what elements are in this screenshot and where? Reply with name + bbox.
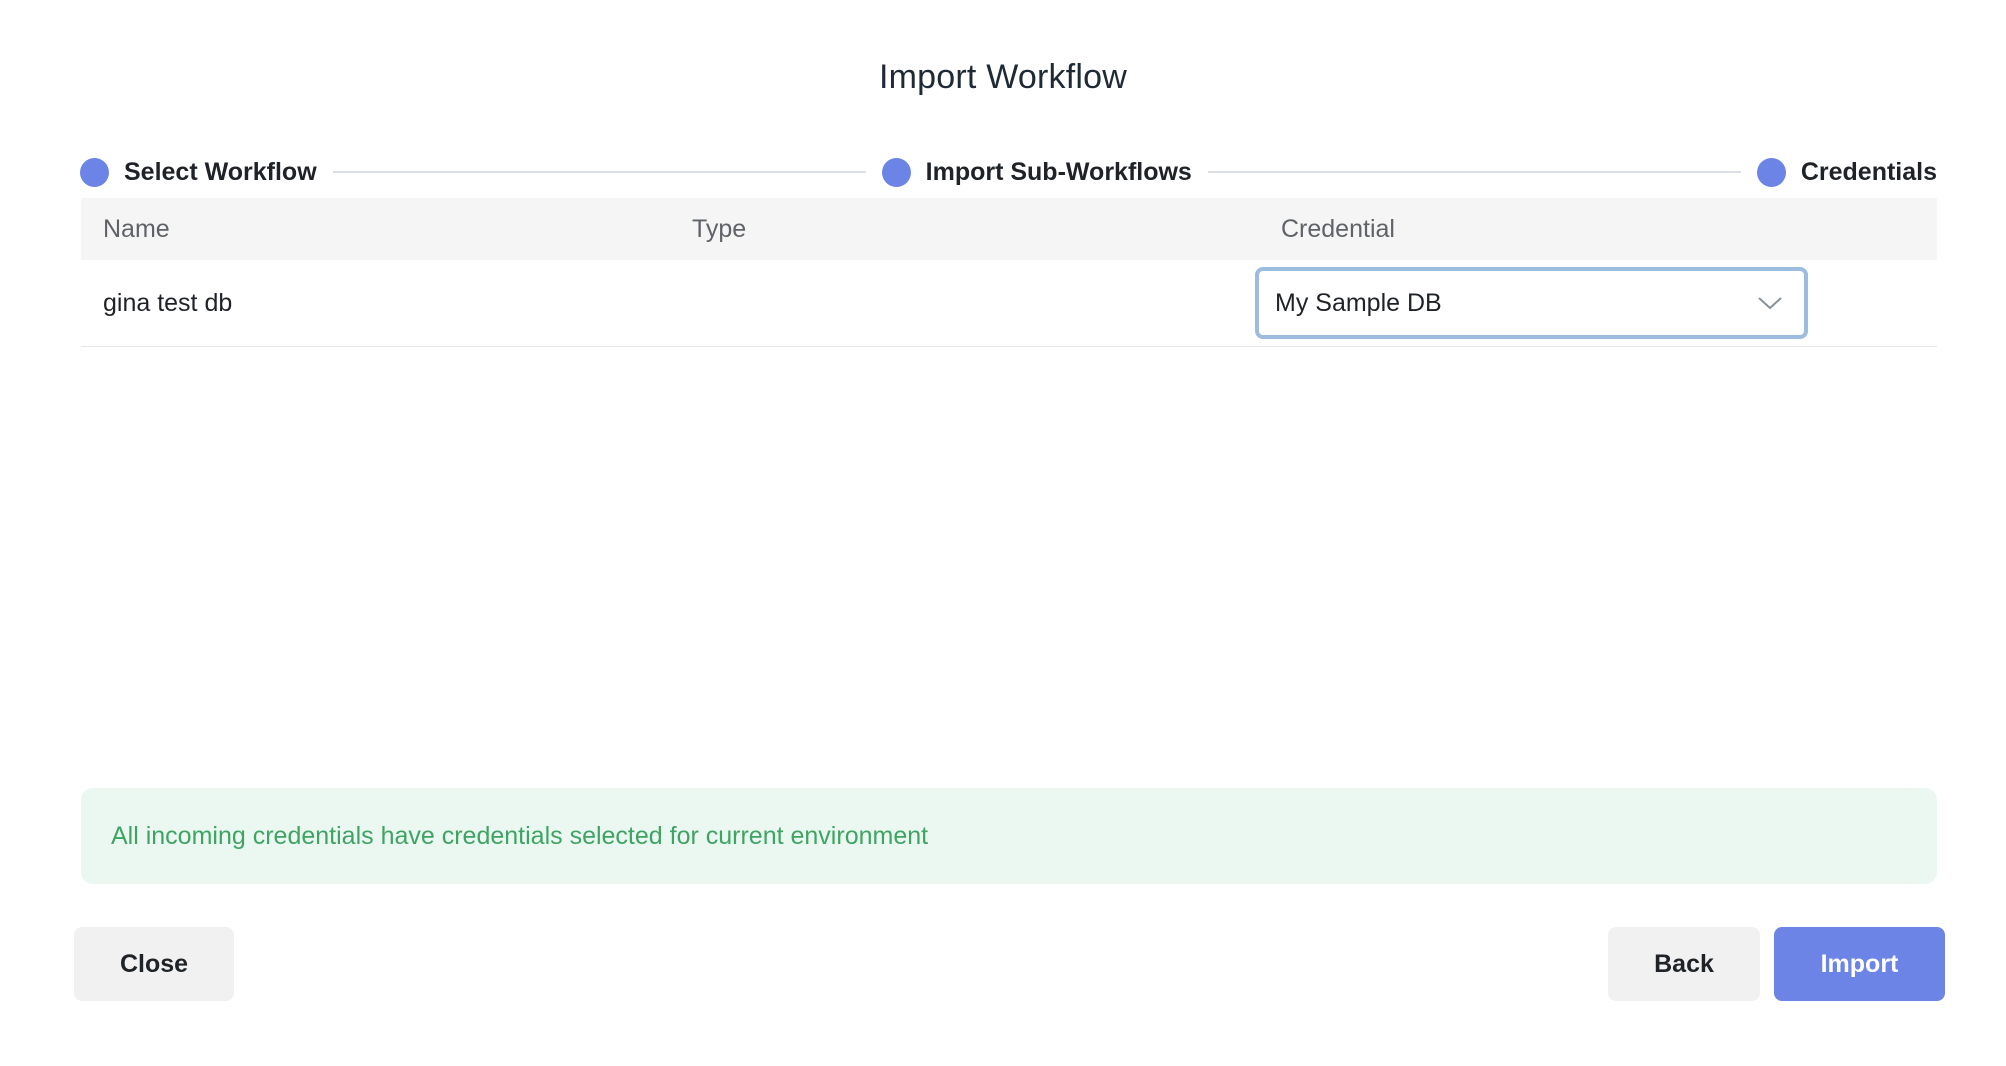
success-alert: All incoming credentials have credential… xyxy=(81,788,1937,884)
dialog-title: Import Workflow xyxy=(879,58,1127,96)
step-label: Import Sub-Workflows xyxy=(925,157,1192,186)
step-indicator-icon xyxy=(1756,157,1786,187)
step-connector xyxy=(1207,171,1741,173)
step-label: Credentials xyxy=(1800,157,1938,186)
stepper: Select Workflow Import Sub-Workflows Cre… xyxy=(80,152,1937,192)
column-header-type: Type xyxy=(692,214,747,243)
step-indicator-icon xyxy=(80,157,109,187)
back-button[interactable]: Back xyxy=(1608,927,1760,1001)
credentials-table: Name Type Credential gina test db My Sam… xyxy=(81,198,1937,347)
cell-name: gina test db xyxy=(103,288,233,317)
credential-select-value: My Sample DB xyxy=(1275,288,1442,317)
step-credentials: Credentials xyxy=(1756,157,1938,187)
step-import-sub-workflows: Import Sub-Workflows xyxy=(881,157,1192,187)
step-label: Select Workflow xyxy=(124,157,317,186)
import-workflow-dialog: Import Workflow Select Workflow Import S… xyxy=(0,0,2006,1066)
alert-message: All incoming credentials have credential… xyxy=(111,821,929,850)
step-connector xyxy=(332,171,866,173)
table-header: Name Type Credential xyxy=(81,198,1937,260)
table-row: gina test db My Sample DB xyxy=(81,260,1937,347)
column-header-credential: Credential xyxy=(1281,214,1395,243)
import-button[interactable]: Import xyxy=(1774,927,1945,1001)
credential-select[interactable]: My Sample DB xyxy=(1255,267,1808,339)
chevron-down-icon xyxy=(1756,289,1784,317)
close-button[interactable]: Close xyxy=(74,927,234,1001)
cell-credential: My Sample DB xyxy=(1255,267,1937,339)
step-indicator-icon xyxy=(881,157,911,187)
step-select-workflow: Select Workflow xyxy=(80,157,317,187)
column-header-name: Name xyxy=(103,214,170,243)
